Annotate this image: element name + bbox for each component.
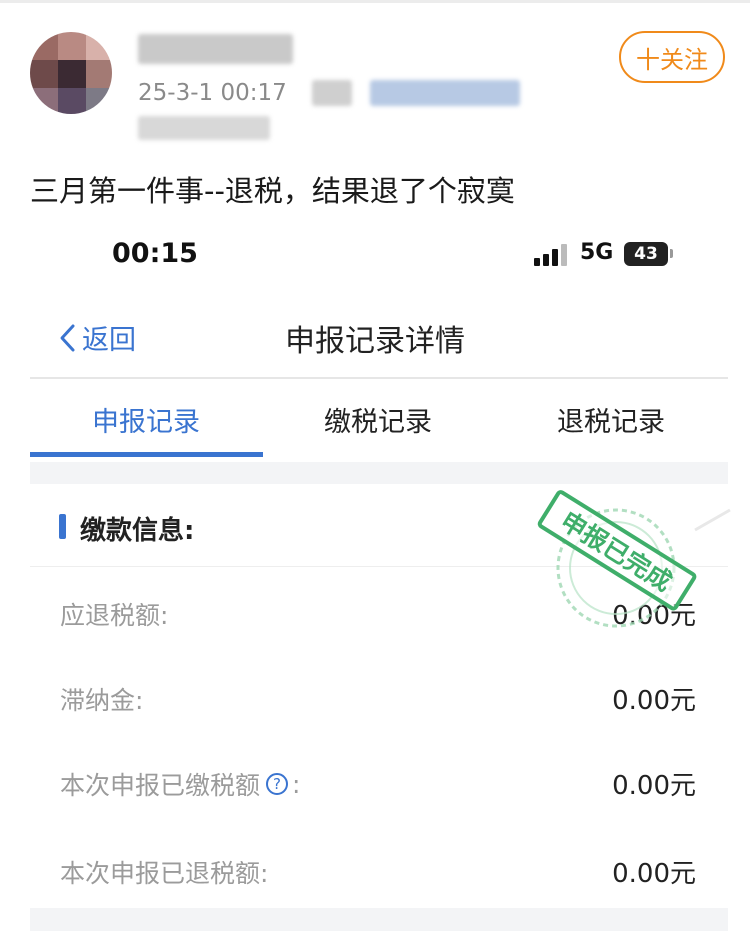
bottom-gap <box>30 908 728 931</box>
status-time: 00:15 <box>112 238 198 269</box>
post-timestamp: 25-3-1 00:17 <box>138 80 287 106</box>
source-blurred[interactable] <box>370 80 520 106</box>
tab-declaration-records[interactable]: 申报记录 <box>30 400 262 439</box>
section-title: 缴款信息: <box>80 516 195 546</box>
post-text: 三月第一件事--退税，结果退了个寂寞 <box>30 174 515 208</box>
paid-tax-label-text: 本次申报已缴税额 <box>60 771 261 800</box>
section-marker <box>59 514 66 539</box>
battery-tip <box>670 249 673 258</box>
row-label-refundable-tax: 应退税额: <box>60 601 169 630</box>
paid-tax-label-colon: : <box>292 769 301 799</box>
decorative-lines <box>694 508 731 532</box>
top-divider <box>0 0 750 3</box>
section-gap <box>30 462 728 484</box>
row-value-paid-tax: 0.00元 <box>612 771 696 801</box>
follow-button[interactable]: 十关注 <box>619 31 725 83</box>
meta-blurred-2 <box>138 116 270 140</box>
signal-icon <box>534 244 570 266</box>
nav-divider <box>30 377 728 379</box>
row-label-late-fee: 滞纳金: <box>60 686 144 715</box>
username-blurred[interactable] <box>138 34 293 64</box>
avatar[interactable] <box>30 32 112 114</box>
page-title: 申报记录详情 <box>285 324 465 359</box>
network-label: 5G <box>580 240 614 265</box>
row-label-paid-tax: 本次申报已缴税额 ? : <box>60 766 300 802</box>
row-label-refunded-tax: 本次申报已退税额: <box>60 859 269 888</box>
help-icon[interactable]: ? <box>266 773 289 795</box>
row-value-late-fee: 0.00元 <box>612 686 696 716</box>
active-tab-indicator <box>30 452 263 457</box>
tab-tax-refund-records[interactable]: 退税记录 <box>495 400 727 439</box>
battery-icon: 43 <box>624 242 668 266</box>
row-value-refunded-tax: 0.00元 <box>612 859 696 889</box>
tab-tax-payment-records[interactable]: 缴税记录 <box>262 400 494 439</box>
meta-blurred <box>312 80 352 106</box>
